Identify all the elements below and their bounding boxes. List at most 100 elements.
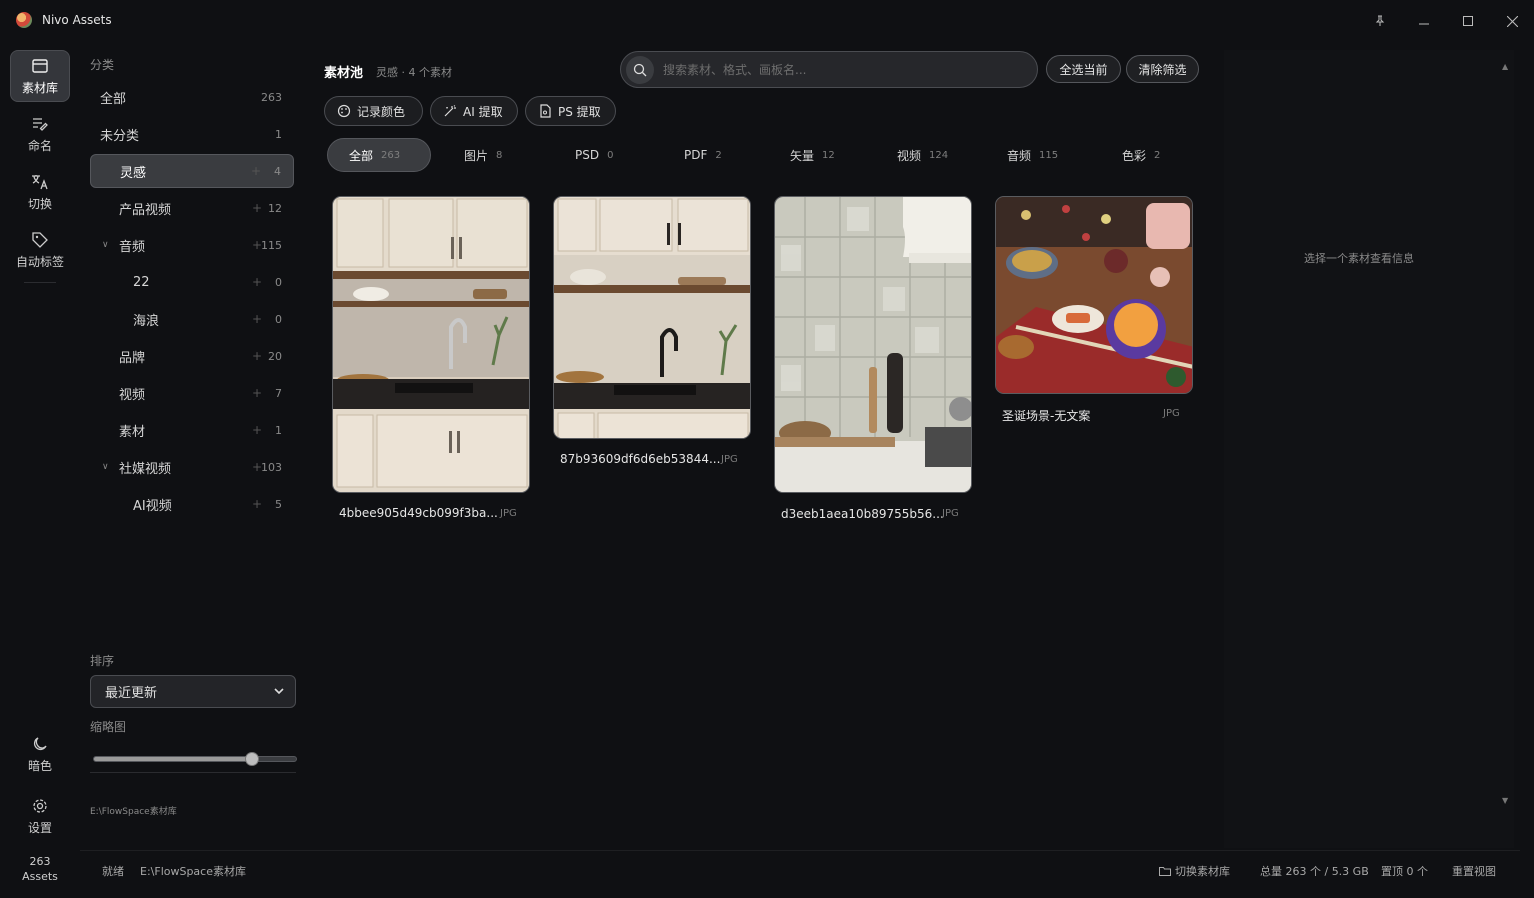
category-count: 7 (275, 386, 282, 400)
category-item[interactable]: 未分类 1 (90, 117, 294, 151)
minimize-icon[interactable] (1413, 10, 1435, 32)
clear-filter-button[interactable]: 清除筛选 (1126, 55, 1199, 83)
category-item[interactable]: 22 +0 (90, 265, 294, 299)
tab-7[interactable]: 色彩 2 (1122, 138, 1160, 172)
asset-thumbnail[interactable] (774, 196, 972, 493)
sort-value: 最近更新 (105, 686, 158, 701)
category-item[interactable]: 素材 +1 (90, 413, 294, 447)
category-item[interactable]: AI视频 +5 (90, 487, 294, 521)
category-item[interactable]: 灵感 +4 (90, 154, 294, 188)
add-subcategory-icon[interactable]: + (252, 423, 262, 437)
category-item[interactable]: ∨ 社媒视频 +103 (90, 450, 294, 484)
category-count: 1 (275, 127, 282, 141)
slider-handle[interactable] (244, 752, 259, 766)
category-item[interactable]: 产品视频 +12 (90, 191, 294, 225)
add-subcategory-icon[interactable]: + (252, 275, 262, 289)
thumbnail-size-slider[interactable] (93, 752, 297, 766)
rail-item-switch[interactable]: 切换 (10, 166, 70, 218)
asset-name: 4bbee905d49cb099f3ba... (339, 506, 498, 520)
record-color-label: 记录颜色 (357, 104, 406, 119)
close-icon[interactable] (1501, 10, 1523, 32)
rail-item-library[interactable]: 素材库 (10, 50, 70, 102)
reset-view-button[interactable]: 重置视图 (1452, 863, 1496, 879)
asset-count-unit: Assets (22, 870, 58, 883)
switch-library-label: 切换素材库 (1175, 865, 1230, 878)
folder-icon (1159, 867, 1171, 876)
asset-thumbnail[interactable] (995, 196, 1193, 394)
tab-2[interactable]: PSD 0 (575, 138, 613, 172)
category-item[interactable]: 全部 263 (90, 80, 294, 114)
scroll-down-icon[interactable]: ▼ (1502, 796, 1508, 805)
rail-item-label: 切换 (27, 197, 52, 211)
tab-0[interactable]: 全部 263 (327, 138, 431, 172)
category-name: 品牌 (119, 350, 146, 366)
category-name: 音频 (119, 239, 146, 255)
pin-icon[interactable] (1369, 10, 1391, 32)
add-subcategory-icon[interactable]: + (252, 497, 262, 511)
theme-label: 暗色 (27, 759, 52, 773)
category-sidebar: 分类 全部 263 未分类 1 灵感 +4 产品视频 +12 ∨ 音频 +115 22 +0 海浪 +0 品牌… (80, 42, 300, 850)
tab-5[interactable]: 视频 124 (897, 138, 948, 172)
category-count: 1 (275, 423, 282, 437)
ai-extract-button[interactable]: AI 提取 (430, 96, 518, 126)
tab-6[interactable]: 音频 115 (1007, 138, 1058, 172)
asset-name: 87b93609df6d6eb53844... (560, 452, 721, 466)
add-subcategory-icon[interactable]: + (252, 312, 262, 326)
add-subcategory-icon[interactable]: + (252, 201, 262, 215)
gear-icon (33, 799, 47, 813)
rail-item-rename[interactable]: 命名 (10, 108, 70, 160)
status-path: E:\FlowSpace素材库 (140, 865, 246, 878)
chevron-down-icon (274, 688, 284, 695)
title-bar: Nivo Assets (0, 0, 1534, 42)
chevron-down-icon[interactable]: ∨ (102, 462, 109, 472)
rail-item-auto-tag[interactable]: 自动标签 (10, 224, 70, 276)
search-input[interactable] (663, 60, 1023, 80)
sort-select[interactable]: 最近更新 (90, 675, 296, 708)
divider (90, 772, 296, 773)
translate-icon (32, 175, 48, 190)
page-title: 素材池 (324, 66, 364, 81)
chevron-down-icon[interactable]: ∨ (102, 240, 109, 250)
app-logo-icon (16, 12, 32, 28)
tab-3[interactable]: PDF 2 (684, 138, 722, 172)
tab-4[interactable]: 矢量 12 (790, 138, 835, 172)
add-subcategory-icon[interactable]: + (252, 349, 262, 363)
ps-extract-button[interactable]: PS 提取 (525, 96, 616, 126)
category-name: 灵感 (120, 165, 147, 181)
add-subcategory-icon[interactable]: + (251, 164, 261, 178)
asset-thumbnail[interactable] (553, 196, 751, 439)
magic-wand-icon (444, 105, 456, 117)
category-count: 5 (275, 497, 282, 511)
category-count: 263 (261, 90, 282, 104)
category-count: 20 (268, 349, 282, 363)
rail-item-label: 素材库 (21, 81, 58, 95)
settings-button[interactable]: 设置 (10, 790, 70, 842)
add-subcategory-icon[interactable]: + (252, 386, 262, 400)
tab-count: 12 (822, 149, 835, 161)
category-item[interactable]: 品牌 +20 (90, 339, 294, 373)
maximize-icon[interactable] (1457, 10, 1479, 32)
asset-ext: JPG (721, 454, 738, 465)
rename-icon (33, 118, 48, 131)
sort-label: 排序 (90, 654, 115, 668)
tab-1[interactable]: 图片 8 (464, 138, 502, 172)
scroll-up-icon[interactable]: ▲ (1502, 62, 1508, 71)
search-icon[interactable] (626, 56, 654, 84)
theme-toggle-button[interactable]: 暗色 (10, 728, 70, 780)
category-item[interactable]: ∨ 音频 +115 (90, 228, 294, 262)
search-bar (620, 51, 1038, 88)
category-name: 22 (133, 274, 150, 290)
tab-label: 全部 (349, 148, 374, 163)
category-item[interactable]: 视频 +7 (90, 376, 294, 410)
switch-library-button[interactable]: 切换素材库 (1159, 863, 1230, 879)
category-count: 4 (274, 164, 281, 178)
record-color-button[interactable]: 记录颜色 (324, 96, 423, 126)
tab-count: 124 (929, 149, 949, 161)
category-count: 103 (261, 460, 282, 474)
category-item[interactable]: 海浪 +0 (90, 302, 294, 336)
category-count: 0 (275, 312, 282, 326)
asset-ext: JPG (500, 508, 517, 519)
select-all-button[interactable]: 全选当前 (1046, 55, 1121, 83)
tab-label: PDF (684, 148, 708, 162)
asset-thumbnail[interactable] (332, 196, 530, 493)
